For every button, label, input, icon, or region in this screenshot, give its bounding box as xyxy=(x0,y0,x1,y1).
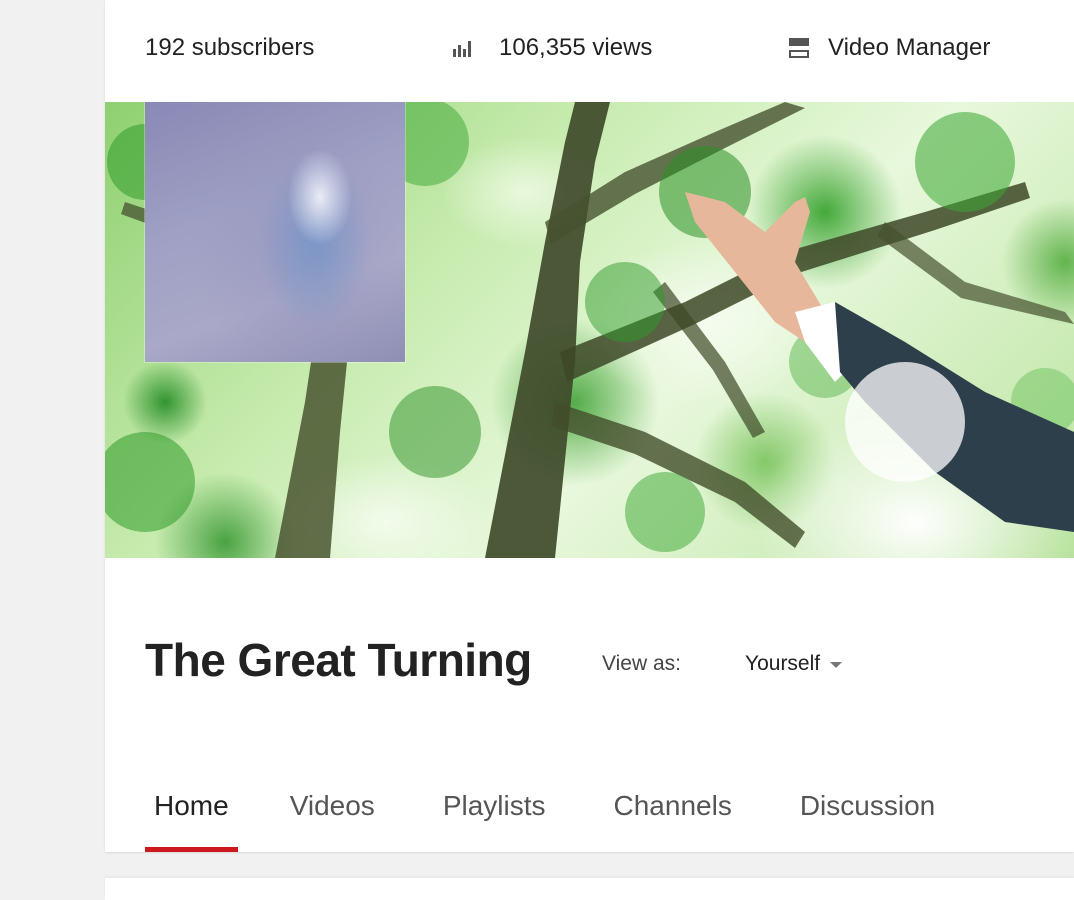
tab-channels[interactable]: Channels xyxy=(605,786,741,852)
tab-home[interactable]: Home xyxy=(145,786,238,852)
channel-tabs: Home Videos Playlists Channels Discussio… xyxy=(145,786,944,852)
subscriber-count-text: 192 subscribers xyxy=(145,34,315,61)
view-as-dropdown[interactable]: Yourself xyxy=(745,652,843,676)
tab-videos[interactable]: Videos xyxy=(281,786,384,852)
content-card xyxy=(105,878,1074,900)
view-as-value: Yourself xyxy=(745,652,821,675)
channel-header-card: 192 subscribers 106,355 views Video Mana… xyxy=(105,0,1074,852)
tab-discussion[interactable]: Discussion xyxy=(791,786,944,852)
caret-down-icon xyxy=(830,662,843,668)
video-manager-link[interactable]: Video Manager xyxy=(788,34,990,62)
subscriber-count: 192 subscribers xyxy=(145,34,314,62)
channel-banner xyxy=(105,102,1074,558)
channel-stats-bar: 192 subscribers 106,355 views Video Mana… xyxy=(105,0,1074,102)
channel-avatar[interactable] xyxy=(145,102,405,362)
view-count-text: 106,355 views xyxy=(499,34,653,61)
bar-chart-icon xyxy=(453,39,481,57)
view-as-label: View as: xyxy=(602,652,681,675)
tab-playlists[interactable]: Playlists xyxy=(434,786,555,852)
video-manager-icon xyxy=(788,36,812,60)
view-count: 106,355 views xyxy=(453,34,652,62)
video-manager-label: Video Manager xyxy=(828,34,991,61)
channel-page: 192 subscribers 106,355 views Video Mana… xyxy=(0,0,1074,900)
channel-title: The Great Turning xyxy=(145,634,532,686)
